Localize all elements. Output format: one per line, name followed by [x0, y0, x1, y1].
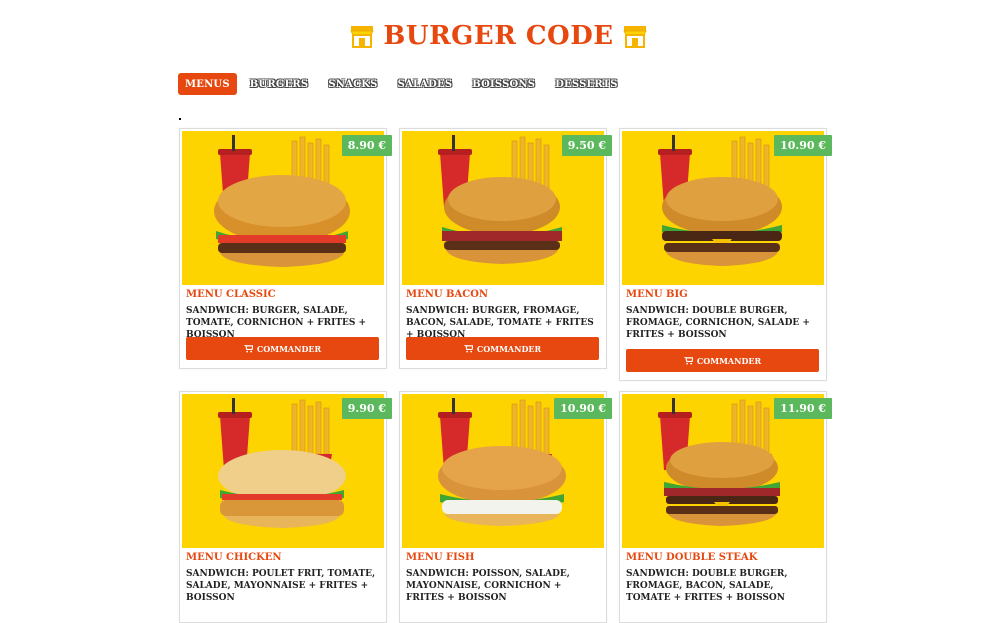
tab-salades[interactable]: SALADES: [392, 74, 459, 94]
product-card: 11.90 € MENU DOUBLE STEAK SANDWICH: DOUB…: [619, 391, 832, 623]
tab-snacks[interactable]: SNACKS: [322, 74, 383, 94]
cart-icon: [243, 344, 253, 353]
page-title: BURGER CODE: [383, 21, 614, 51]
category-tabs: MENUS BURGERS SNACKS SALADES BOISSONS DE…: [179, 74, 624, 94]
shop-icon: [350, 26, 375, 48]
price-badge: 9.90 €: [341, 398, 392, 419]
product-card: 9.50 € MENU BACON SANDWICH: BURGER, FROM…: [399, 128, 612, 369]
product-name: MENU BACON: [406, 289, 489, 300]
product-name: MENU DOUBLE STEAK: [626, 552, 758, 563]
tab-burgers[interactable]: BURGERS: [244, 74, 315, 94]
order-button[interactable]: COMMANDER: [186, 337, 379, 360]
product-description: SANDWICH: POULET FRIT, TOMATE, SALADE, M…: [186, 569, 376, 603]
product-description: SANDWICH: DOUBLE BURGER, FROMAGE, BACON,…: [626, 569, 788, 603]
order-button-label: COMMANDER: [476, 343, 542, 354]
price-badge: 10.90 €: [774, 135, 832, 156]
product-name: MENU CHICKEN: [186, 552, 282, 563]
product-description: SANDWICH: BURGER, FROMAGE, BACON, SALADE…: [406, 306, 594, 340]
product-card: 8.90 € MENU CLASSIC SANDWICH: BURGER, SA…: [179, 128, 392, 369]
product-name: MENU BIG: [626, 289, 688, 300]
order-button-label: COMMANDER: [256, 343, 322, 354]
product-description: SANDWICH: POISSON, SALADE, MAYONNAISE, C…: [406, 569, 570, 603]
cart-icon: [683, 356, 693, 365]
product-description: SANDWICH: DOUBLE BURGER, FROMAGE, CORNIC…: [626, 306, 810, 340]
price-badge: 10.90 €: [554, 398, 612, 419]
product-card: 10.90 € MENU FISH SANDWICH: POISSON, SAL…: [399, 391, 612, 623]
product-card: 10.90 € MENU BIG SANDWICH: DOUBLE BURGER…: [619, 128, 832, 381]
product-name: MENU CLASSIC: [186, 289, 276, 300]
stray-dot: [179, 118, 181, 120]
tab-desserts[interactable]: DESSERTS: [549, 74, 624, 94]
product-description: SANDWICH: BURGER, SALADE, TOMATE, CORNIC…: [186, 306, 367, 340]
order-button-label: COMMANDER: [696, 355, 762, 366]
product-name: MENU FISH: [406, 552, 475, 563]
price-badge: 11.90 €: [774, 398, 832, 419]
cart-icon: [463, 344, 473, 353]
order-button[interactable]: COMMANDER: [406, 337, 599, 360]
tab-menus[interactable]: MENUS: [179, 74, 236, 94]
tab-boissons[interactable]: BOISSONS: [466, 74, 541, 94]
price-badge: 9.50 €: [561, 135, 612, 156]
order-button[interactable]: COMMANDER: [626, 349, 819, 372]
site-header: BURGER CODE: [0, 18, 997, 54]
price-badge: 8.90 €: [341, 135, 392, 156]
product-card: 9.90 € MENU CHICKEN SANDWICH: POULET FRI…: [179, 391, 392, 623]
shop-icon: [622, 26, 647, 48]
